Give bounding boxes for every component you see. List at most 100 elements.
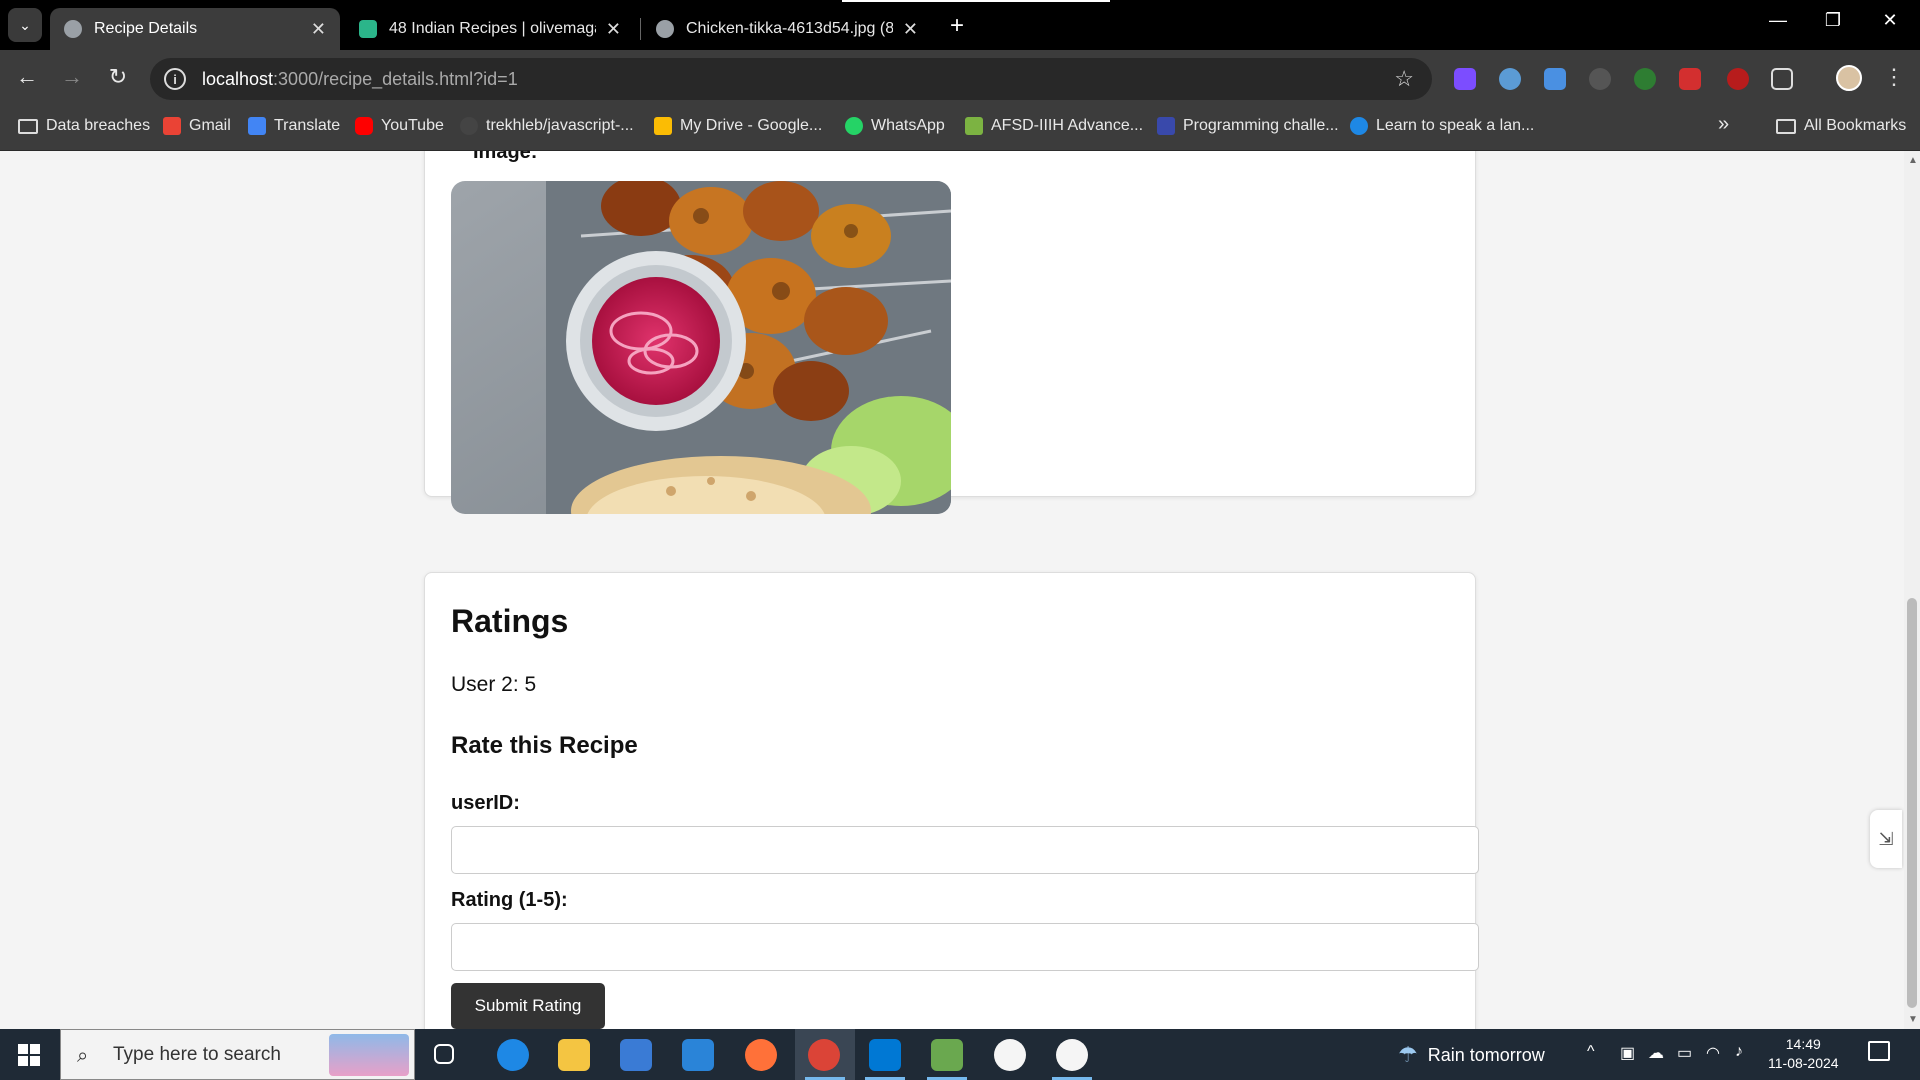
bookmark-translate[interactable]: Translate — [248, 117, 340, 135]
extension-icon[interactable] — [1634, 68, 1656, 90]
bookmark-whatsapp[interactable]: WhatsApp — [845, 117, 945, 135]
extension-icon[interactable] — [1454, 68, 1476, 90]
address-bar[interactable]: i localhost:3000/recipe_details.html?id=… — [150, 58, 1432, 100]
user-id-input[interactable] — [451, 826, 1479, 874]
bookmarks-overflow-icon[interactable]: » — [1718, 113, 1729, 136]
bookmark-label: AFSD-IIIH Advance... — [991, 117, 1144, 134]
search-highlight-icon — [329, 1034, 409, 1076]
bookmark-label: My Drive - Google... — [680, 117, 823, 134]
close-tab-icon[interactable]: ✕ — [903, 19, 918, 40]
app-icon[interactable] — [994, 1039, 1026, 1071]
onedrive-icon[interactable]: ☁ — [1648, 1043, 1664, 1063]
extension-icon[interactable] — [1589, 68, 1611, 90]
extensions-puzzle-icon[interactable] — [1771, 68, 1793, 90]
tab-olive-magazine[interactable]: 48 Indian Recipes | olivemagazi ✕ — [345, 8, 635, 50]
bookmark-my-drive[interactable]: My Drive - Google... — [654, 117, 822, 135]
tab-separator — [640, 18, 641, 40]
close-window-icon[interactable]: ✕ — [1870, 10, 1910, 31]
tab-title: Chicken-tikka-4613d54.jpg (800 — [686, 20, 893, 37]
bookmark-data-breaches[interactable]: Data breaches — [18, 117, 150, 135]
user-id-label: userID: — [451, 792, 520, 814]
bookmark-gmail[interactable]: Gmail — [163, 117, 231, 135]
meet-now-icon[interactable]: ▣ — [1620, 1043, 1635, 1063]
battery-icon[interactable]: ▭ — [1677, 1043, 1692, 1063]
site-info-icon[interactable]: i — [164, 68, 186, 90]
restore-icon[interactable]: ❐ — [1813, 10, 1853, 31]
tab-search-button[interactable]: ⌄ — [8, 8, 42, 42]
page-viewport: Image: Ratings User 2: 5 Rate this Recip… — [0, 151, 1904, 1029]
search-placeholder: Type here to search — [113, 1043, 281, 1065]
back-icon[interactable]: ← — [12, 64, 42, 90]
forward-icon[interactable]: → — [57, 64, 87, 90]
chrome-icon[interactable] — [808, 1039, 840, 1071]
translate-icon — [248, 117, 266, 135]
bookmarks-bar: Data breaches Gmail Translate YouTube tr… — [0, 107, 1920, 151]
bookmark-github[interactable]: trekhleb/javascript-... — [460, 117, 634, 135]
recipe-image — [451, 181, 951, 514]
bookmark-label: trekhleb/javascript-... — [486, 117, 634, 134]
afsd-icon — [965, 117, 983, 135]
volume-icon[interactable]: ♪ — [1735, 1043, 1743, 1061]
scroll-down-icon[interactable]: ▼ — [1908, 1014, 1918, 1025]
bookmark-label: Translate — [274, 117, 341, 134]
firefox-icon[interactable] — [745, 1039, 777, 1071]
bookmark-star-icon[interactable]: ☆ — [1394, 66, 1414, 92]
app-icon[interactable] — [1056, 1039, 1088, 1071]
reload-icon[interactable]: ↻ — [103, 64, 133, 90]
bookmark-programming[interactable]: Programming challe... — [1157, 117, 1339, 135]
globe-icon — [656, 20, 674, 38]
scroll-thumb[interactable] — [1907, 598, 1917, 1008]
scroll-up-icon[interactable]: ▲ — [1908, 155, 1918, 166]
extension-icon[interactable] — [1544, 68, 1566, 90]
recipe-image-card: Image: — [424, 151, 1476, 514]
all-bookmarks-button[interactable]: All Bookmarks — [1776, 117, 1906, 135]
windows-start-icon[interactable] — [18, 1044, 40, 1066]
edge-icon[interactable] — [497, 1039, 529, 1071]
programming-icon — [1157, 117, 1175, 135]
notepad-icon[interactable] — [931, 1039, 963, 1071]
minimize-icon[interactable]: — — [1758, 10, 1798, 31]
tab-title: 48 Indian Recipes | olivemagazi — [389, 20, 596, 37]
youtube-icon — [355, 117, 373, 135]
submit-rating-button[interactable]: Submit Rating — [451, 983, 605, 1029]
learn-icon — [1350, 117, 1368, 135]
vscode-icon[interactable] — [869, 1039, 901, 1071]
profile-avatar[interactable] — [1836, 65, 1862, 91]
notification-icon[interactable] — [1868, 1041, 1890, 1061]
extension-icon[interactable] — [1679, 68, 1701, 90]
close-tab-icon[interactable]: ✕ — [311, 19, 326, 40]
microsoft-store-icon[interactable] — [620, 1039, 652, 1071]
globe-icon — [64, 20, 82, 38]
side-panel-toggle-icon[interactable]: ⇲ — [1870, 810, 1902, 868]
bookmark-label: All Bookmarks — [1804, 117, 1907, 134]
chevron-up-icon[interactable]: ^ — [1587, 1043, 1595, 1061]
weather-widget[interactable]: ☂ Rain tomorrow — [1398, 1042, 1545, 1068]
url-text[interactable]: localhost:3000/recipe_details.html?id=1 — [202, 69, 518, 90]
tab-recipe-details[interactable]: Recipe Details ✕ — [50, 8, 340, 50]
extension-icon[interactable] — [1727, 68, 1749, 90]
bookmark-label: Gmail — [189, 117, 231, 134]
bookmark-afsd[interactable]: AFSD-IIIH Advance... — [965, 117, 1143, 135]
folder-icon — [18, 118, 38, 134]
bookmark-learn-language[interactable]: Learn to speak a lan... — [1350, 117, 1534, 135]
file-explorer-icon[interactable] — [558, 1039, 590, 1071]
search-icon: ⌕ — [77, 1044, 89, 1067]
tab-chicken-tikka-image[interactable]: Chicken-tikka-4613d54.jpg (800 ✕ — [642, 8, 932, 50]
taskbar-search[interactable]: ⌕ Type here to search — [60, 1029, 415, 1080]
extension-icon[interactable] — [1499, 68, 1521, 90]
browser-menu-icon[interactable]: ⋮ — [1883, 64, 1905, 90]
new-tab-button[interactable]: + — [950, 12, 964, 40]
ratings-heading: Ratings — [451, 603, 569, 639]
mail-icon[interactable] — [682, 1039, 714, 1071]
page-scrollbar[interactable]: ▲ ▼ — [1904, 151, 1920, 1029]
rating-input[interactable] — [451, 923, 1479, 971]
wifi-icon[interactable]: ◠ — [1706, 1043, 1720, 1063]
browser-toolbar: ← → ↻ i localhost:3000/recipe_details.ht… — [0, 50, 1920, 107]
system-clock[interactable]: 14:49 11-08-2024 — [1768, 1035, 1839, 1073]
close-tab-icon[interactable]: ✕ — [606, 19, 621, 40]
url-path: :3000/recipe_details.html?id=1 — [273, 68, 518, 89]
bookmark-label: YouTube — [381, 117, 444, 134]
bookmark-youtube[interactable]: YouTube — [355, 117, 444, 135]
image-label: Image: — [473, 151, 538, 163]
task-view-icon[interactable] — [434, 1044, 454, 1064]
